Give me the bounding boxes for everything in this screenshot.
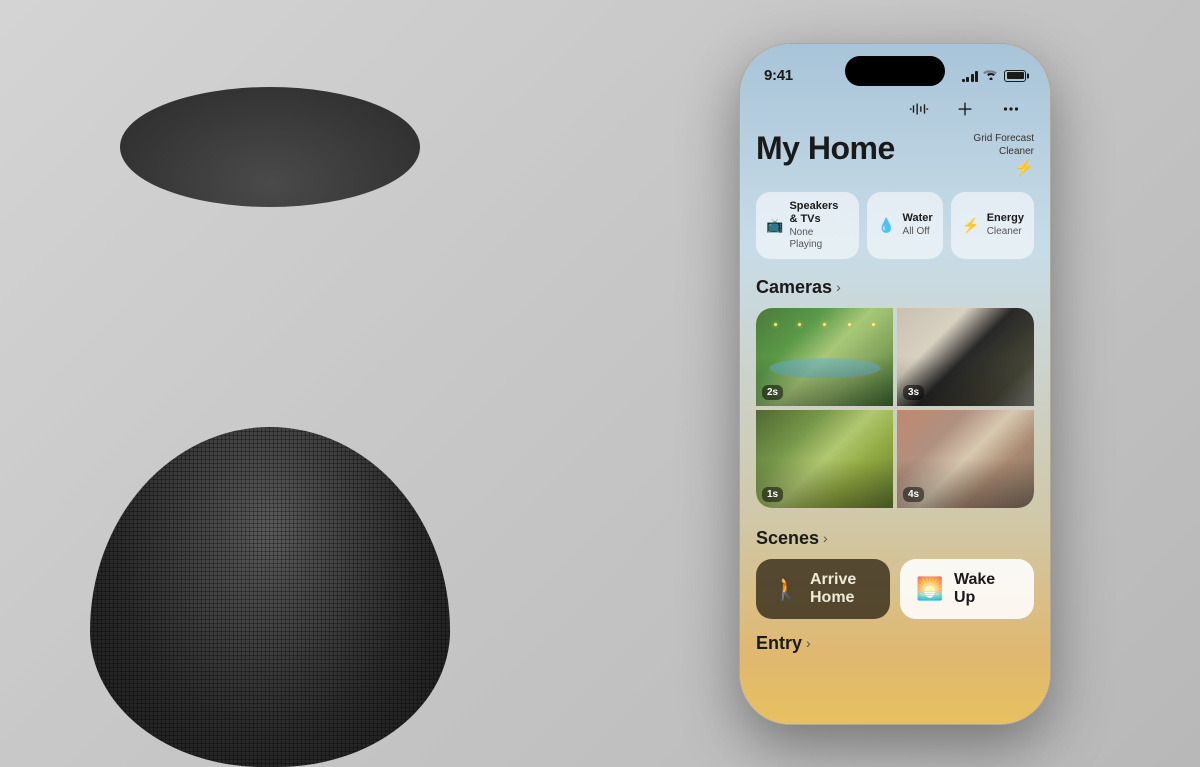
entry-title: Entry (756, 633, 802, 654)
wake-up-label: Wake Up (954, 571, 1018, 607)
energy-label: Energy (987, 212, 1024, 225)
homepod-mesh (90, 427, 450, 767)
status-time: 9:41 (764, 67, 793, 84)
energy-chip-text: Energy Cleaner (987, 212, 1024, 238)
signal-bar-3 (971, 74, 974, 82)
homepod-top (120, 87, 420, 207)
entry-section: Entry › (756, 633, 1034, 654)
signal-bar-4 (975, 71, 978, 82)
more-button[interactable] (996, 94, 1026, 124)
entry-chevron-icon: › (806, 635, 811, 651)
water-chip-text: Water All Off (903, 212, 933, 238)
homepod-device (60, 147, 480, 767)
cam4-timer: 4s (903, 487, 924, 502)
status-icons (962, 68, 1027, 83)
iphone-wrapper: 9:41 (740, 20, 1050, 747)
speakers-label: Speakers & TVs (789, 200, 848, 226)
dynamic-island (845, 56, 945, 86)
camera-cell-4[interactable]: 4s (897, 410, 1034, 508)
camera-cell-1[interactable]: 2s (756, 308, 893, 406)
camera-cell-3[interactable]: 1s (756, 410, 893, 508)
scenes-title: Scenes (756, 528, 819, 549)
arrive-home-scene[interactable]: 🚶 Arrive Home (756, 559, 890, 619)
grid-forecast-widget[interactable]: Grid Forecast Cleaner ⚡ (973, 132, 1034, 178)
homepod-body (90, 427, 450, 767)
chips-row: 📺 Speakers & TVs None Playing 💧 Water Al… (756, 192, 1034, 259)
energy-chip[interactable]: ⚡ Energy Cleaner (951, 192, 1034, 259)
cameras-title: Cameras (756, 277, 832, 298)
signal-bar-2 (966, 77, 969, 82)
arrive-home-label: Arrive Home (810, 571, 874, 607)
arrive-home-icon: 🚶 (772, 576, 800, 602)
wake-up-scene[interactable]: 🌅 Wake Up (900, 559, 1034, 619)
wifi-icon (983, 68, 999, 83)
cam3-timer: 1s (762, 487, 783, 502)
speakers-icon: 📺 (766, 215, 783, 235)
water-label: Water (903, 212, 933, 225)
water-sublabel: All Off (903, 226, 933, 238)
iphone-screen: 9:41 (740, 44, 1050, 724)
energy-sublabel: Cleaner (987, 226, 1024, 238)
camera-cell-2[interactable]: 3s (897, 308, 1034, 406)
page-title: My Home (756, 132, 895, 164)
energy-icon: ⚡ (961, 215, 981, 235)
cam2-timer: 3s (903, 385, 924, 400)
water-icon: 💧 (877, 215, 897, 235)
speakers-chip-text: Speakers & TVs None Playing (789, 200, 848, 251)
cameras-chevron-icon: › (836, 279, 841, 295)
battery-icon (1004, 70, 1026, 82)
signal-bar-1 (962, 79, 965, 82)
waveform-button[interactable] (904, 94, 934, 124)
wake-up-icon: 🌅 (916, 576, 944, 602)
scenes-section: Scenes › 🚶 Arrive Home 🌅 Wake Up (756, 528, 1034, 619)
battery-fill (1007, 72, 1024, 79)
iphone-frame: 9:41 (740, 44, 1050, 724)
header-row: My Home Grid Forecast Cleaner ⚡ (756, 132, 1034, 178)
add-button[interactable] (950, 94, 980, 124)
signal-bars-icon (962, 70, 979, 82)
camera-grid: 2s 3s 1s 4s (756, 308, 1034, 508)
top-actions (756, 94, 1034, 132)
scenes-chevron-icon: › (823, 530, 828, 546)
grid-forecast-label: Grid Forecast Cleaner (973, 132, 1034, 158)
cameras-section-header[interactable]: Cameras › (756, 277, 1034, 298)
entry-section-header[interactable]: Entry › (756, 633, 1034, 654)
cam1-timer: 2s (762, 385, 783, 400)
water-chip[interactable]: 💧 Water All Off (867, 192, 943, 259)
speakers-tvs-chip[interactable]: 📺 Speakers & TVs None Playing (756, 192, 859, 259)
grid-forecast-icon: ⚡ (1014, 158, 1034, 178)
scenes-section-header[interactable]: Scenes › (756, 528, 1034, 549)
speakers-sublabel: None Playing (789, 227, 848, 251)
scenes-grid: 🚶 Arrive Home 🌅 Wake Up (756, 559, 1034, 619)
app-content: My Home Grid Forecast Cleaner ⚡ 📺 (740, 94, 1050, 654)
